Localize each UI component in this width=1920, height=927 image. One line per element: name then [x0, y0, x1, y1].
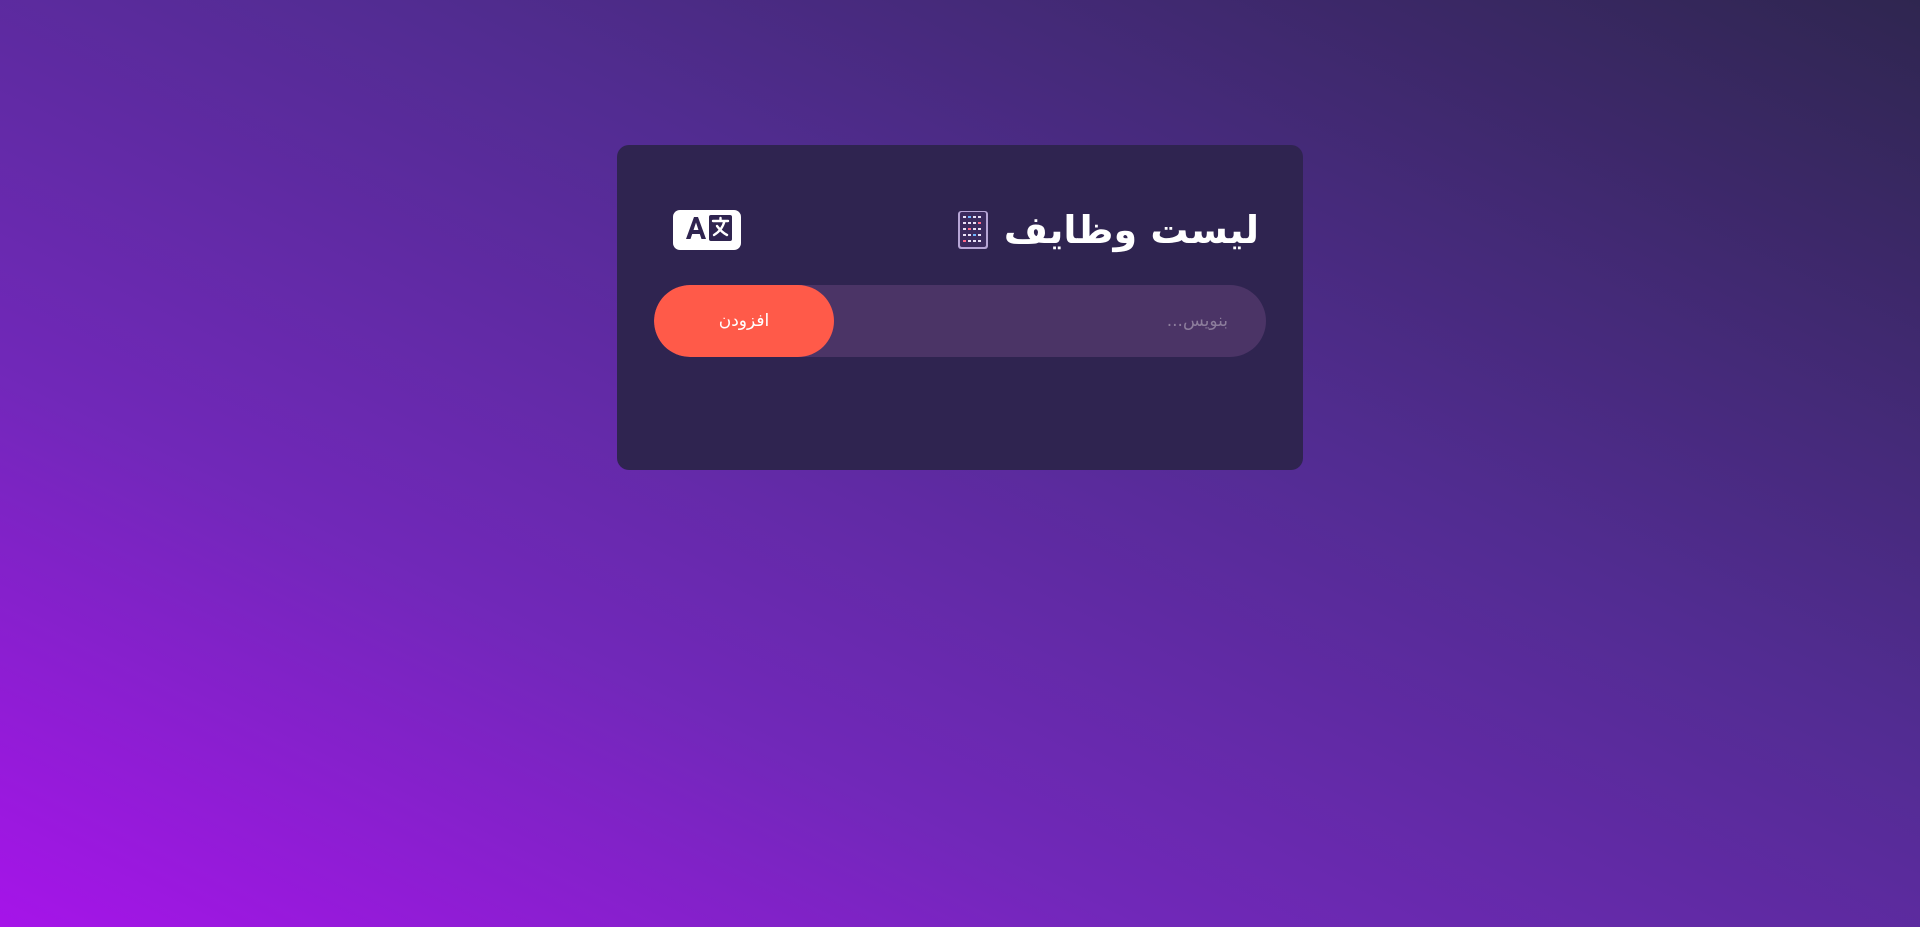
- todo-card: لیست وظایف افزودن: [617, 145, 1303, 470]
- card-header: لیست وظایف: [673, 205, 1259, 255]
- translate-icon: [679, 213, 735, 247]
- task-input[interactable]: [846, 285, 1266, 357]
- add-task-form: افزودن: [654, 285, 1266, 357]
- add-button[interactable]: افزودن: [654, 285, 834, 357]
- page-title-text: لیست وظایف: [1003, 208, 1259, 252]
- notebook-icon: [956, 210, 990, 250]
- page-title: لیست وظایف: [956, 210, 1259, 250]
- language-toggle-button[interactable]: [673, 210, 741, 250]
